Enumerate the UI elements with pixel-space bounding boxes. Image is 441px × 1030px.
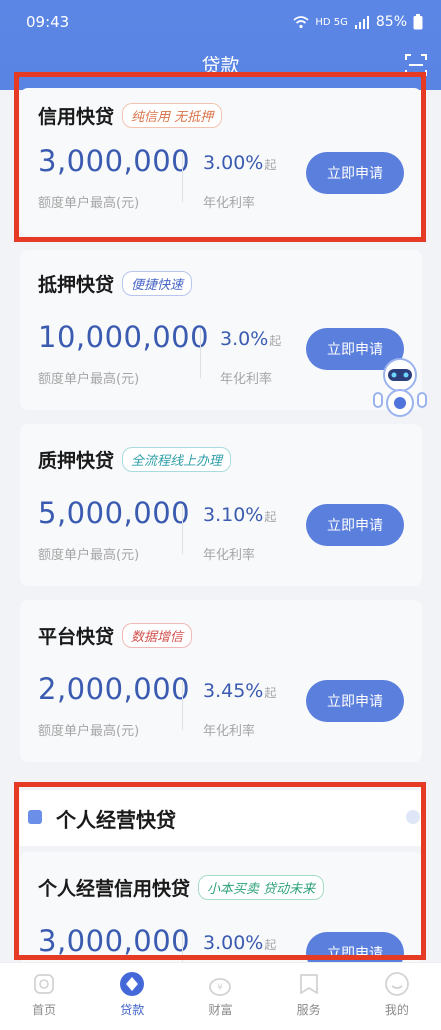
divider [200,328,201,378]
service-icon [299,974,318,995]
robot-assistant-icon[interactable] [370,355,430,420]
highlight-box-bottom [14,782,426,960]
apply-button[interactable]: 立即申请 [306,504,404,546]
status-time: 09:43 [26,13,70,31]
rate-suffix: 起 [269,334,282,348]
divider [182,504,183,554]
card-tag: 全流程线上办理 [122,447,232,472]
battery-icon [413,14,423,30]
network-label: HD 5G [315,16,348,28]
bottom-tab-bar: 首页 贷款 ¥ 财富 服务 我的 [0,962,441,1030]
rate-value: 3.0% [220,328,269,350]
interest-rate: 3.10%起 [203,504,276,526]
rate-value: 3.45% [203,680,264,702]
card-title: 质押快贷 [38,450,115,472]
amount-label: 额度单户最高(元) [38,372,140,387]
tab-label: 我的 [384,1003,409,1017]
divider [182,680,183,730]
card-title: 抵押快贷 [38,274,115,296]
card-tag: 数据增信 [122,623,193,648]
tab-label: 贷款 [120,1003,145,1017]
status-indicators: HD 5G 85% [293,14,423,30]
rate-suffix: 起 [264,510,277,524]
tab-label: 财富 [208,1003,233,1017]
interest-rate: 3.0%起 [220,328,281,350]
loan-card-mortgage[interactable]: 抵押快贷 便捷快速 10,000,000 额度单户最高(元) 3.0%起 年化利… [20,250,422,410]
signal-icon [354,16,369,29]
max-amount: 5,000,000 [38,496,191,530]
status-bar: 09:43 HD 5G 85% [0,0,441,44]
amount-label: 额度单户最高(元) [38,548,140,563]
profile-icon [384,972,409,996]
wealth-icon: ¥ [209,978,232,996]
amount-label: 额度单户最高(元) [38,724,140,739]
rate-label: 年化利率 [203,724,256,739]
tab-wealth[interactable]: ¥ 财富 [185,971,255,1018]
max-amount: 2,000,000 [38,672,191,706]
home-icon [34,974,54,994]
interest-rate: 3.45%起 [203,680,276,702]
svg-text:¥: ¥ [218,983,224,993]
card-title: 平台快贷 [38,626,115,648]
battery-percent: 85% [375,14,407,30]
apply-button[interactable]: 立即申请 [306,680,404,722]
tab-label: 服务 [296,1003,321,1017]
tab-service[interactable]: 服务 [274,971,344,1018]
rate-label: 年化利率 [203,548,256,563]
loan-card-platform[interactable]: 平台快贷 数据增信 2,000,000 额度单户最高(元) 3.45%起 年化利… [20,600,422,762]
rate-label: 年化利率 [220,372,273,387]
tab-home[interactable]: 首页 [9,971,79,1018]
rate-value: 3.10% [203,504,264,526]
loan-icon [120,972,145,996]
rate-suffix: 起 [264,686,277,700]
tab-label: 首页 [32,1003,57,1017]
wifi-icon [293,16,309,29]
card-tag: 便捷快速 [122,271,193,296]
tab-loan[interactable]: 贷款 [97,971,167,1018]
highlight-box-top [14,72,426,242]
max-amount: 10,000,000 [38,320,210,354]
loan-card-pledge[interactable]: 质押快贷 全流程线上办理 5,000,000 额度单户最高(元) 3.10%起 … [20,424,422,586]
tab-profile[interactable]: 我的 [362,971,432,1018]
